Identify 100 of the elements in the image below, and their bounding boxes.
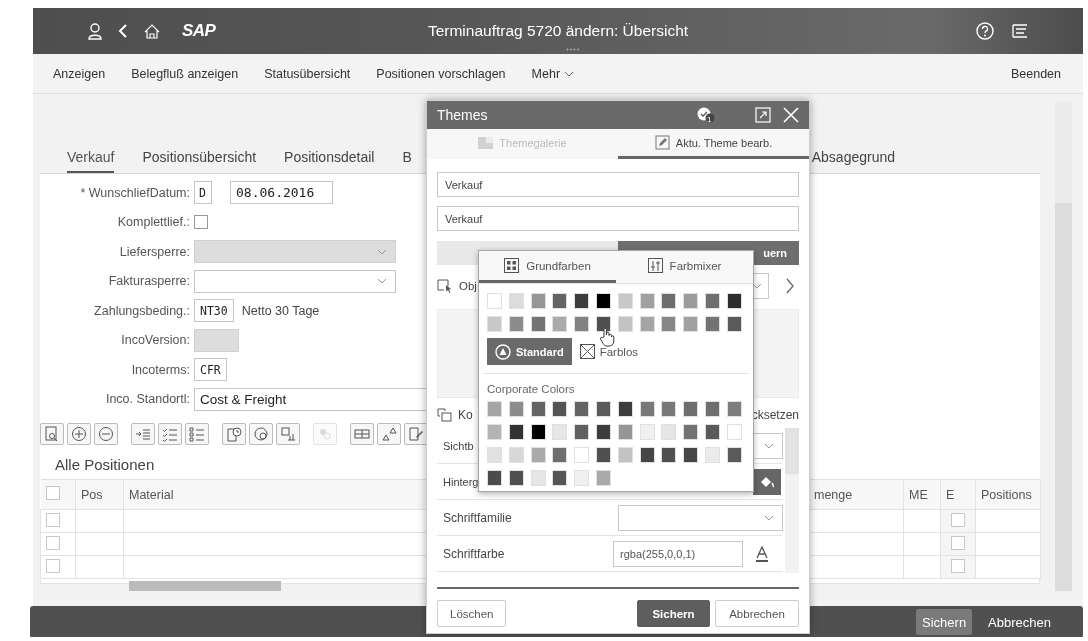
tab[interactable]: Positionsübersicht xyxy=(142,149,257,173)
color-swatch[interactable] xyxy=(508,293,524,309)
color-swatch[interactable] xyxy=(617,293,633,309)
color-swatch[interactable] xyxy=(683,447,699,463)
help-icon[interactable] xyxy=(976,22,994,40)
cancel-button[interactable]: Abbrechen xyxy=(715,600,799,627)
select-field[interactable] xyxy=(618,504,783,531)
close-icon[interactable] xyxy=(783,107,799,123)
checkbox[interactable] xyxy=(951,512,965,527)
color-swatch[interactable] xyxy=(617,424,633,440)
color-swatch[interactable] xyxy=(574,316,590,332)
checkbox[interactable] xyxy=(951,558,965,573)
color-swatch[interactable] xyxy=(508,316,524,332)
color-swatch[interactable] xyxy=(574,293,590,309)
checkbox[interactable] xyxy=(951,535,965,550)
color-field[interactable]: rgba(255,0,0,1) xyxy=(613,540,743,567)
color-swatch[interactable] xyxy=(661,447,677,463)
color-swatch[interactable] xyxy=(574,447,590,463)
color-swatch[interactable] xyxy=(574,401,590,417)
copy-icon[interactable] xyxy=(437,408,452,422)
color-swatch[interactable] xyxy=(639,293,655,309)
row-checkbox[interactable] xyxy=(46,512,60,527)
check-badge-icon[interactable] xyxy=(696,107,716,123)
color-swatch[interactable] xyxy=(552,401,568,417)
standard-button[interactable]: Standard xyxy=(487,338,572,365)
color-swatch[interactable] xyxy=(552,470,568,486)
input-field[interactable]: CFR xyxy=(194,358,227,382)
tab[interactable]: Aktu. Theme bearb. xyxy=(618,129,809,159)
home-icon[interactable] xyxy=(144,23,160,39)
color-swatch[interactable] xyxy=(639,447,655,463)
back-icon[interactable] xyxy=(118,24,128,38)
more-menu[interactable]: Mehr xyxy=(531,66,575,81)
color-swatch[interactable] xyxy=(726,401,742,417)
no-color-option[interactable]: Farblos xyxy=(579,344,639,359)
input-field[interactable]: D xyxy=(194,181,212,205)
scrollbar-thumb[interactable] xyxy=(129,581,281,591)
input-field[interactable]: Verkauf xyxy=(437,206,799,231)
color-swatch[interactable] xyxy=(508,447,524,463)
color-swatch[interactable] xyxy=(508,424,524,440)
cancel-button[interactable]: Abbrechen xyxy=(982,609,1057,635)
tab[interactable]: Farbmixer xyxy=(616,251,753,283)
color-swatch[interactable] xyxy=(552,447,568,463)
delete-button[interactable]: Löschen xyxy=(437,600,507,627)
toolbar-button[interactable] xyxy=(249,423,273,445)
color-swatch[interactable] xyxy=(552,424,568,440)
expand-icon[interactable] xyxy=(755,107,771,123)
color-swatch[interactable] xyxy=(683,401,699,417)
color-swatch[interactable] xyxy=(661,316,677,332)
color-swatch[interactable] xyxy=(596,293,611,309)
date-field[interactable]: 08.06.2016 xyxy=(230,181,333,205)
color-swatch[interactable] xyxy=(726,293,742,309)
color-swatch[interactable] xyxy=(596,401,611,417)
color-swatch[interactable] xyxy=(704,316,720,332)
tab[interactable]: Positionsdetail xyxy=(284,149,375,173)
color-swatch[interactable] xyxy=(508,401,524,417)
column-header[interactable]: menge xyxy=(814,487,853,502)
color-swatch[interactable] xyxy=(552,316,568,332)
color-swatch[interactable] xyxy=(552,293,568,309)
color-swatch[interactable] xyxy=(704,424,720,440)
color-swatch[interactable] xyxy=(726,316,742,332)
color-swatch[interactable] xyxy=(487,424,502,440)
select-field[interactable] xyxy=(194,269,396,293)
color-swatch[interactable] xyxy=(487,470,502,486)
scrollbar[interactable] xyxy=(785,428,799,573)
tab[interactable]: Absagegrund xyxy=(811,149,896,173)
color-swatch[interactable] xyxy=(704,293,720,309)
color-swatch[interactable] xyxy=(574,424,590,440)
row-checkbox[interactable] xyxy=(46,558,60,573)
logo[interactable]: SAP xyxy=(182,21,216,41)
color-swatch[interactable] xyxy=(726,424,742,440)
color-swatch[interactable] xyxy=(661,293,677,309)
color-swatch[interactable] xyxy=(530,401,546,417)
color-swatch[interactable] xyxy=(617,447,633,463)
chevron-right-icon[interactable] xyxy=(785,278,795,294)
color-swatch[interactable] xyxy=(683,293,699,309)
toolbar-button[interactable] xyxy=(94,423,118,445)
row-checkbox[interactable] xyxy=(46,535,60,550)
color-swatch[interactable] xyxy=(704,401,720,417)
color-swatch[interactable] xyxy=(596,470,611,486)
toolbar-button[interactable] xyxy=(185,423,209,445)
save-button[interactable]: Sichern xyxy=(637,600,710,627)
color-swatch[interactable] xyxy=(596,447,611,463)
checkbox[interactable] xyxy=(194,215,208,230)
toolbar-button[interactable] xyxy=(131,423,155,445)
toolbar-button[interactable] xyxy=(377,423,401,445)
menu-icon[interactable] xyxy=(1012,24,1028,38)
color-swatch[interactable] xyxy=(661,401,677,417)
color-swatch[interactable] xyxy=(487,401,502,417)
color-swatch[interactable] xyxy=(530,447,546,463)
color-swatch[interactable] xyxy=(617,316,633,332)
color-swatch[interactable] xyxy=(726,447,742,463)
column-header[interactable]: Material xyxy=(129,487,174,502)
toolbar-link[interactable]: Positionen vorschlagen xyxy=(376,66,506,81)
checkbox[interactable] xyxy=(45,486,60,500)
toolbar-button[interactable] xyxy=(67,423,91,445)
color-swatch[interactable] xyxy=(596,424,611,440)
exit-link[interactable]: Beenden xyxy=(1010,66,1061,81)
toolbar-button[interactable] xyxy=(276,423,300,445)
color-swatch[interactable] xyxy=(530,316,546,332)
toolbar-link[interactable]: Belegfluß anzeigen xyxy=(131,66,239,81)
